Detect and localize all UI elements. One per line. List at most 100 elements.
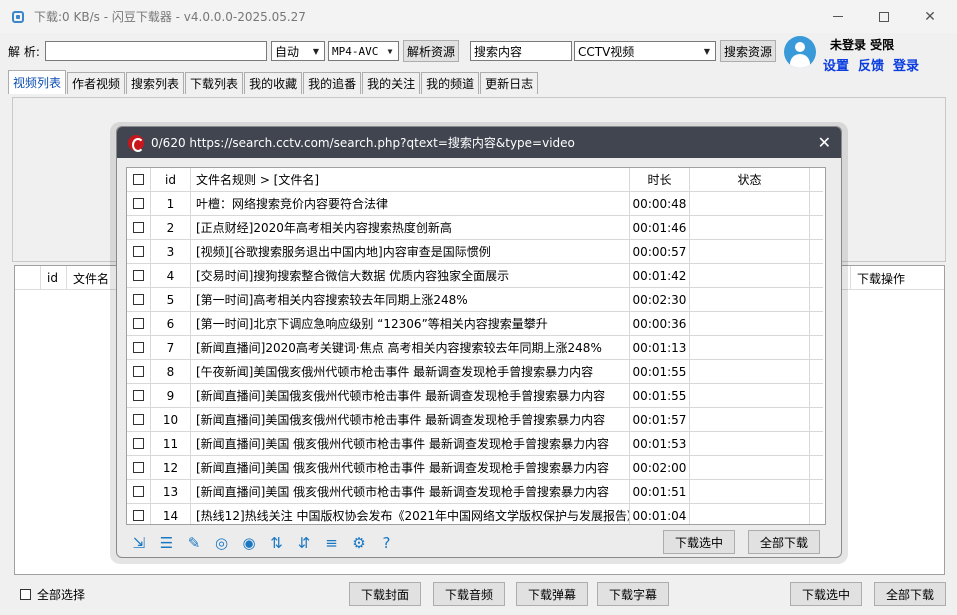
sort-icon[interactable]: ⇅ [267,533,287,553]
tab-download-list[interactable]: 下载列表 [185,72,244,94]
dialog-download-all-button[interactable]: 全部下载 [748,530,820,554]
table-row[interactable]: 2 [正点财经]2020年高考相关内容搜索热度创新高 00:01:46 [127,216,825,240]
list-icon[interactable]: ≡ [322,533,342,553]
close-button[interactable]: ✕ [907,0,953,33]
row-checkbox[interactable] [133,342,144,353]
download-audio-button[interactable]: 下载音频 [433,582,505,606]
row-duration: 00:01:57 [630,408,690,431]
login-link[interactable]: 登录 [893,55,919,74]
tab-video-list[interactable]: 视频列表 [8,70,67,94]
row-checkbox[interactable] [133,462,144,473]
vertical-scrollbar[interactable] [823,168,825,524]
select-all-checkbox[interactable]: 全部选择 [20,586,85,603]
row-id: 14 [151,504,191,524]
table-row[interactable]: 5 [第一时间]高考相关内容搜索较去年同期上涨248% 00:02:30 [127,288,825,312]
table-row[interactable]: 13 [新闻直播间]美国 俄亥俄州代顿市枪击事件 最新调查发现枪手曾搜索暴力内容 0… [127,480,825,504]
minimize-button[interactable] [815,0,861,33]
table-row[interactable]: 12 [新闻直播间]美国 俄亥俄州代顿市枪击事件 最新调查发现枪手曾搜索暴力内容 0… [127,456,825,480]
search-input[interactable]: 搜索内容 [470,41,572,61]
row-checkbox[interactable] [133,438,144,449]
table-row[interactable]: 1 叶檀：网络搜索竞价内容要符合法律 00:00:48 [127,192,825,216]
edit-icon[interactable]: ✎ [184,533,204,553]
row-id: 9 [151,384,191,407]
feedback-link[interactable]: 反馈 [858,55,884,74]
table-row[interactable]: 6 [第一时间]北京下调应急响应级别 “12306”等相关内容搜索量攀升 00:00… [127,312,825,336]
col-duration[interactable]: 时长 [630,168,690,191]
download-cover-button[interactable]: 下载封面 [349,582,421,606]
user-circle-icon[interactable]: ◉ [239,533,259,553]
results-table[interactable]: id 文件名规则 > [文件名] 时长 状态 1 叶檀：网络搜索竞价内容要符合法律… [126,167,826,525]
row-checkbox[interactable] [133,414,144,425]
download-all-button[interactable]: 全部下载 [874,582,946,606]
search-button[interactable]: 搜索资源 [720,40,776,62]
row-status [690,480,810,503]
row-id: 7 [151,336,191,359]
table-row[interactable]: 9 [新闻直播间]美国俄亥俄州代顿市枪击事件 最新调查发现枪手曾搜索暴力内容 00:… [127,384,825,408]
table-row[interactable]: 8 [午夜新闻]美国俄亥俄州代顿市枪击事件 最新调查发现枪手曾搜索暴力内容 00:0… [127,360,825,384]
table-row[interactable]: 10 [新闻直播间]美国俄亥俄州代顿市枪击事件 最新调查发现枪手曾搜索暴力内容 00… [127,408,825,432]
table-row[interactable]: 4 [交易时间]搜狗搜索整合微信大数据 优质内容独家全面展示 00:01:42 [127,264,825,288]
search-list-icon[interactable]: ☰ [157,533,177,553]
format-select[interactable]: MP4-AVC ▼ [328,41,399,61]
sort-alt-icon[interactable]: ⇵ [294,533,314,553]
maximize-button[interactable] [861,0,907,33]
row-checkbox-cell [127,456,151,479]
help-doc-icon[interactable]: ? [377,533,397,553]
tab-changelog[interactable]: 更新日志 [480,72,539,94]
avatar[interactable] [784,36,816,68]
row-checkbox[interactable] [133,366,144,377]
table-row[interactable]: 7 [新闻直播间]2020高考关键词·焦点 高考相关内容搜索较去年同期上涨248%… [127,336,825,360]
row-checkbox[interactable] [133,270,144,281]
row-checkbox[interactable] [133,198,144,209]
source-select[interactable]: CCTV视频 ▼ [574,41,716,61]
row-duration: 00:01:55 [630,360,690,383]
table-row[interactable]: 14 [热线12]热线关注 中国版权协会发布《2021年中国网络文学版权保护与发展… [127,504,825,524]
row-checkbox[interactable] [133,222,144,233]
url-input[interactable] [45,41,267,61]
table-row[interactable]: 11 [新闻直播间]美国 俄亥俄州代顿市枪击事件 最新调查发现枪手曾搜索暴力内容 0… [127,432,825,456]
table-row[interactable]: 3 [视频][谷歌搜索服务退出中国内地]内容审查是国际惯例 00:00:57 [127,240,825,264]
browser-icon[interactable]: ◎ [212,533,232,553]
tab-my-channel[interactable]: 我的频道 [421,72,480,94]
row-duration: 00:02:00 [630,456,690,479]
tab-author-videos[interactable]: 作者视频 [67,72,126,94]
header-checkbox-cell [127,168,151,191]
row-checkbox[interactable] [133,318,144,329]
tab-search-list[interactable]: 搜索列表 [126,72,185,94]
row-filename: [新闻直播间]美国 俄亥俄州代顿市枪击事件 最新调查发现枪手曾搜索暴力内容 [191,480,630,503]
tab-favorites[interactable]: 我的收藏 [244,72,303,94]
cctv-logo-icon [128,134,144,152]
download-subtitle-button[interactable]: 下载字幕 [597,582,669,606]
settings-doc-icon[interactable]: ⚙ [349,533,369,553]
col-status[interactable]: 状态 [690,168,810,191]
row-checkbox[interactable] [133,294,144,305]
export-icon[interactable]: ⇲ [129,533,149,553]
col-filename-rule[interactable]: 文件名规则 > [文件名] [191,168,630,191]
user-status: 未登录 受限 [830,38,895,52]
row-duration: 00:01:55 [630,384,690,407]
mode-select[interactable]: 自动 ▼ [271,41,325,61]
row-id: 4 [151,264,191,287]
row-id: 8 [151,360,191,383]
dialog-download-selected-button[interactable]: 下载选中 [663,530,735,554]
parse-button[interactable]: 解析资源 [403,40,459,62]
tab-following[interactable]: 我的关注 [362,72,421,94]
row-checkbox[interactable] [133,246,144,257]
checkbox[interactable] [20,589,31,600]
select-all-results-checkbox[interactable] [133,174,144,185]
row-checkbox[interactable] [133,510,144,521]
row-status [690,288,810,311]
chevron-down-icon: ▼ [387,46,393,56]
parse-label: 解 析: [8,44,40,59]
tab-following-series[interactable]: 我的追番 [303,72,362,94]
download-selected-button[interactable]: 下载选中 [790,582,862,606]
row-checkbox[interactable] [133,390,144,401]
row-filename: [热线12]热线关注 中国版权协会发布《2021年中国网络文学版权保护与发展报告… [191,504,630,524]
dialog-close-icon[interactable]: ✕ [818,133,831,152]
download-danmaku-button[interactable]: 下载弹幕 [516,582,588,606]
col-id[interactable]: id [151,168,191,191]
main-col-id[interactable]: id [41,266,67,290]
settings-link[interactable]: 设置 [823,55,849,74]
row-duration: 00:00:36 [630,312,690,335]
row-checkbox[interactable] [133,486,144,497]
